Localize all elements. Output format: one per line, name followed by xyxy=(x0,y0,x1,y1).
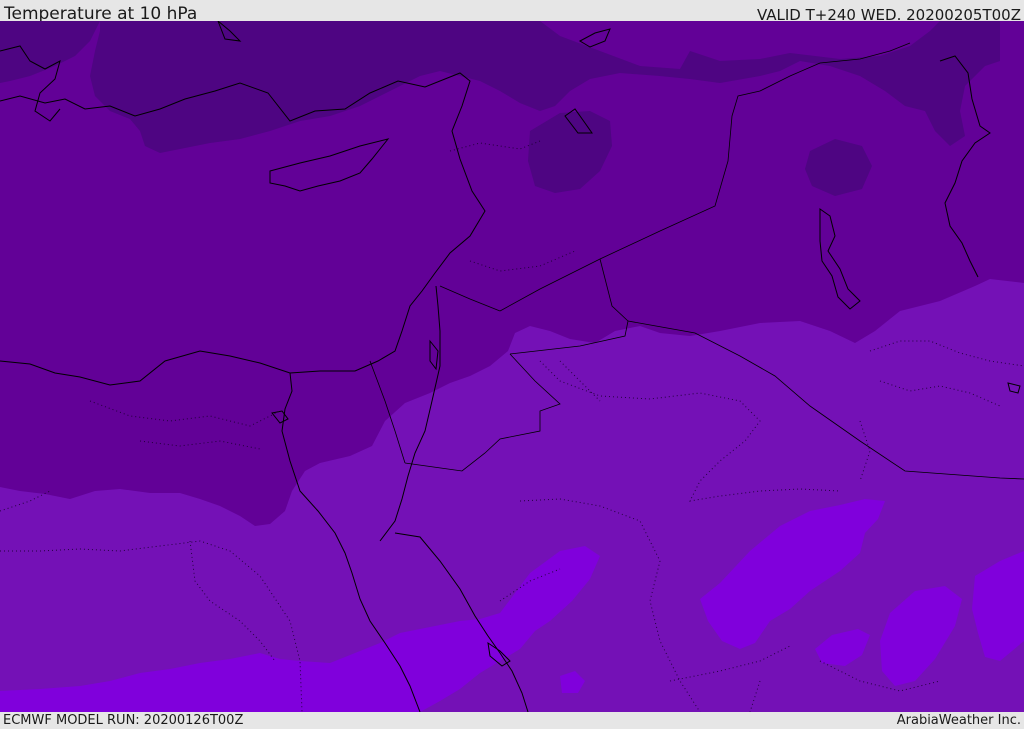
model-run: ECMWF MODEL RUN: 20200126T00Z xyxy=(3,713,244,728)
brand-credit: ArabiaWeather Inc. xyxy=(896,713,1021,728)
temperature-map xyxy=(0,21,1024,712)
header-bar: Temperature at 10 hPa VALID T+240 WED. 2… xyxy=(0,0,1024,24)
footer-bar: ECMWF MODEL RUN: 20200126T00Z ArabiaWeat… xyxy=(0,712,1024,729)
map-area[interactable] xyxy=(0,21,1024,712)
